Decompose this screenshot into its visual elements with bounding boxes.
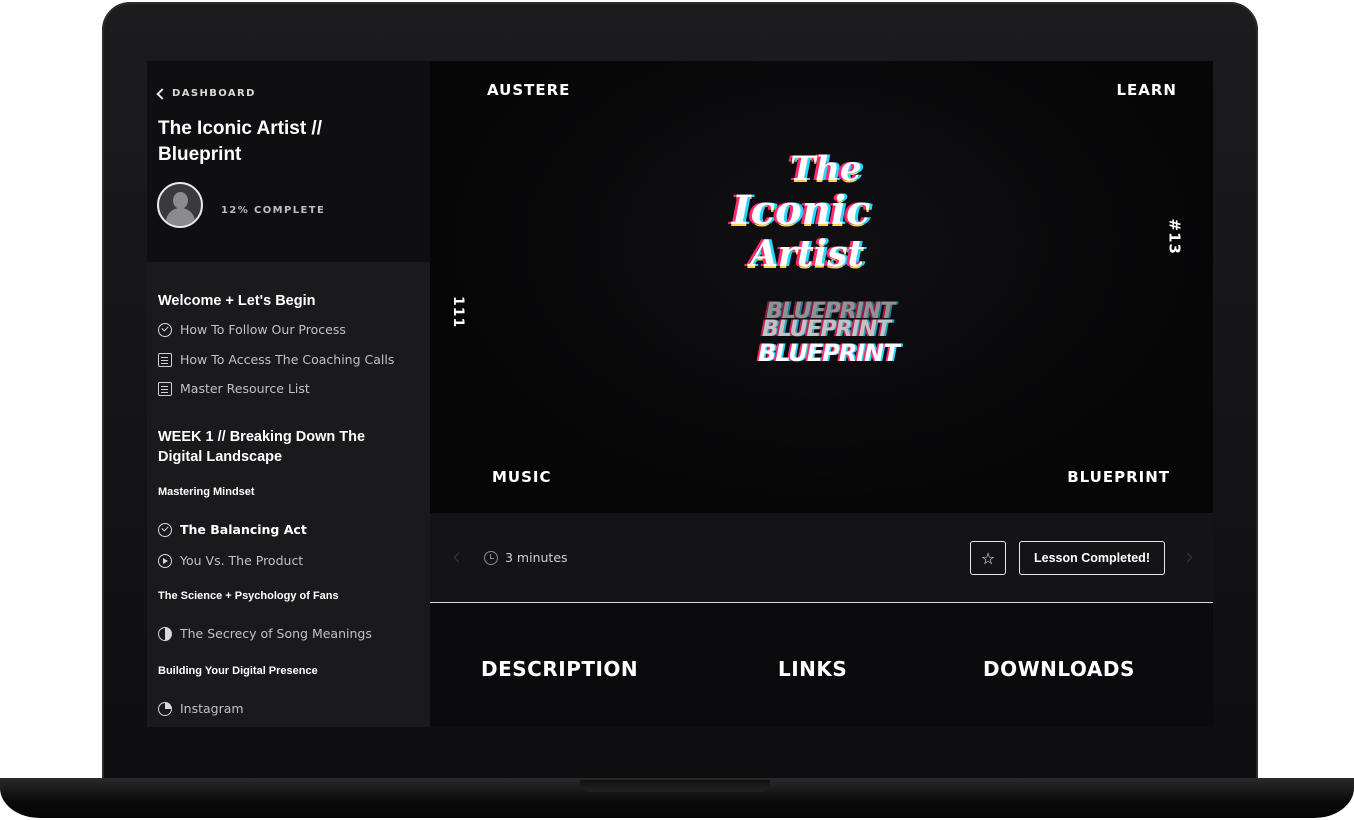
document-icon [158,381,172,396]
content-tabs: DESCRIPTION LINKS DOWNLOADS [430,604,1213,727]
video-side-text: 111 [450,296,466,329]
lesson-duration: 3 minutes [484,550,568,565]
document-icon [158,352,172,367]
back-link-label: DASHBOARD [172,88,256,99]
tab-links[interactable]: LINKS [778,657,847,681]
dashboard-back-link[interactable]: DASHBOARD [156,88,256,100]
video-side-text: #13 [1165,218,1183,255]
lesson-label: The Balancing Act [180,522,307,537]
group-title: Mastering Mindset [158,486,255,498]
section-title: Welcome + Let's Begin [158,293,316,309]
screen: DASHBOARD The Iconic Artist // Blueprint… [147,61,1213,727]
check-circle-icon [158,322,172,337]
lesson-label: You Vs. The Product [180,553,304,568]
video-corner-text: MUSIC [492,468,552,486]
tab-downloads[interactable]: DOWNLOADS [983,657,1135,681]
video-corner-text: BLUEPRINT [1067,468,1170,486]
group-title: Building Your Digital Presence [158,665,318,677]
duration-text: 3 minutes [505,550,568,565]
quarter-circle-icon [158,701,172,716]
lesson-controls: 3 minutes ☆ Lesson Completed! [430,513,1213,603]
half-circle-icon [158,626,172,641]
video-corner-text: LEARN [1116,81,1177,99]
cover-art: The Iconic Artist BLUEPRINT BLUEPRINT BL… [730,149,960,379]
tab-description[interactable]: DESCRIPTION [481,657,638,681]
lesson-item[interactable]: The Secrecy of Song Meanings [158,626,372,641]
lesson-item[interactable]: How To Follow Our Process [158,322,346,337]
section-title: WEEK 1 // Breaking Down The Digital Land… [158,429,366,465]
art-line: BLUEPRINT [758,339,900,367]
next-lesson-icon[interactable] [1182,552,1193,563]
art-line: The [790,149,862,189]
play-circle-icon [158,553,172,568]
lesson-completed-button[interactable]: Lesson Completed! [1019,541,1165,575]
laptop-notch [580,780,770,792]
art-line: Iconic [732,187,871,234]
video-player[interactable]: AUSTERE LEARN MUSIC BLUEPRINT 111 #13 Th… [430,61,1213,513]
lesson-label: Master Resource List [180,381,310,396]
star-icon: ☆ [980,548,996,568]
lesson-item[interactable]: How To Access The Coaching Calls [158,352,394,367]
group-title: The Science + Psychology of Fans [158,590,339,602]
previous-lesson-icon[interactable] [453,552,464,563]
chevron-left-icon [156,88,168,100]
lesson-item[interactable]: You Vs. The Product [158,553,303,568]
lesson-label: How To Follow Our Process [180,322,346,337]
lesson-item-active[interactable]: The Balancing Act [158,522,307,537]
lesson-label: The Secrecy of Song Meanings [180,626,372,641]
user-head-icon [173,192,188,209]
clock-icon [484,550,498,565]
sidebar: DASHBOARD The Iconic Artist // Blueprint… [147,61,430,727]
art-line: Artist [750,233,865,275]
lesson-item[interactable]: Instagram [158,701,244,716]
lesson-label: How To Access The Coaching Calls [180,352,395,367]
avatar[interactable] [157,182,203,228]
check-circle-icon [158,522,172,537]
favorite-button[interactable]: ☆ [970,541,1006,575]
lesson-label: Instagram [180,701,244,716]
user-body-icon [166,208,195,226]
progress-text: 12% COMPLETE [221,205,326,216]
course-title: The Iconic Artist // Blueprint [158,118,322,165]
course-header: DASHBOARD The Iconic Artist // Blueprint… [147,61,430,262]
lesson-item[interactable]: Master Resource List [158,381,310,396]
video-corner-text: AUSTERE [487,81,571,99]
